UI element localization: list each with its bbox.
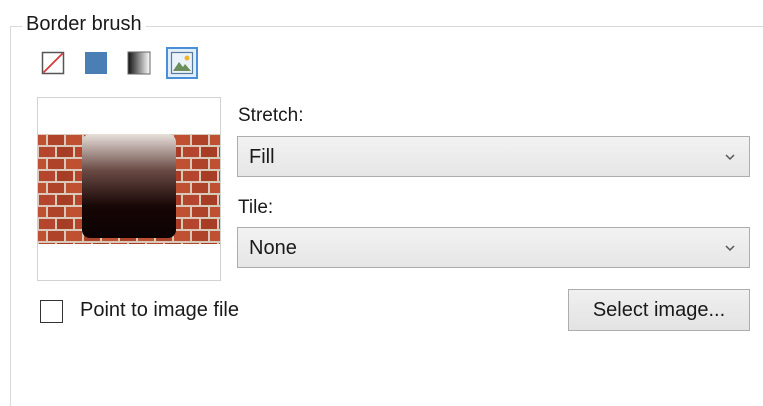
chevron-down-icon <box>725 245 735 252</box>
stretch-dropdown[interactable]: Fill <box>237 136 750 177</box>
point-to-image-file-label[interactable]: Point to image file <box>80 297 239 323</box>
no-brush-icon <box>41 51 65 75</box>
image-brush-button[interactable] <box>166 47 198 79</box>
brush-preview <box>37 97 221 281</box>
chevron-down-icon <box>725 154 735 161</box>
no-brush-button[interactable] <box>37 47 69 79</box>
gradient-brush-button[interactable] <box>123 47 155 79</box>
solid-color-brush-button[interactable] <box>80 47 112 79</box>
groupbox-border-left <box>10 26 11 406</box>
select-image-button[interactable]: Select image... <box>568 289 750 331</box>
image-brush-icon <box>170 51 194 75</box>
point-to-image-file-checkbox[interactable] <box>40 300 63 323</box>
tile-value: None <box>249 237 297 259</box>
border-brush-panel: Border brush Stretch: Fill Tile: None Po… <box>0 0 763 406</box>
tile-dropdown[interactable]: None <box>237 227 750 268</box>
tile-label: Tile: <box>238 197 274 218</box>
solid-color-brush-icon <box>85 52 107 74</box>
stretch-label: Stretch: <box>238 105 304 126</box>
gradient-brush-icon <box>127 51 151 75</box>
brick-image-preview <box>38 134 220 244</box>
group-title: Border brush <box>22 11 146 37</box>
stretch-value: Fill <box>249 146 275 168</box>
